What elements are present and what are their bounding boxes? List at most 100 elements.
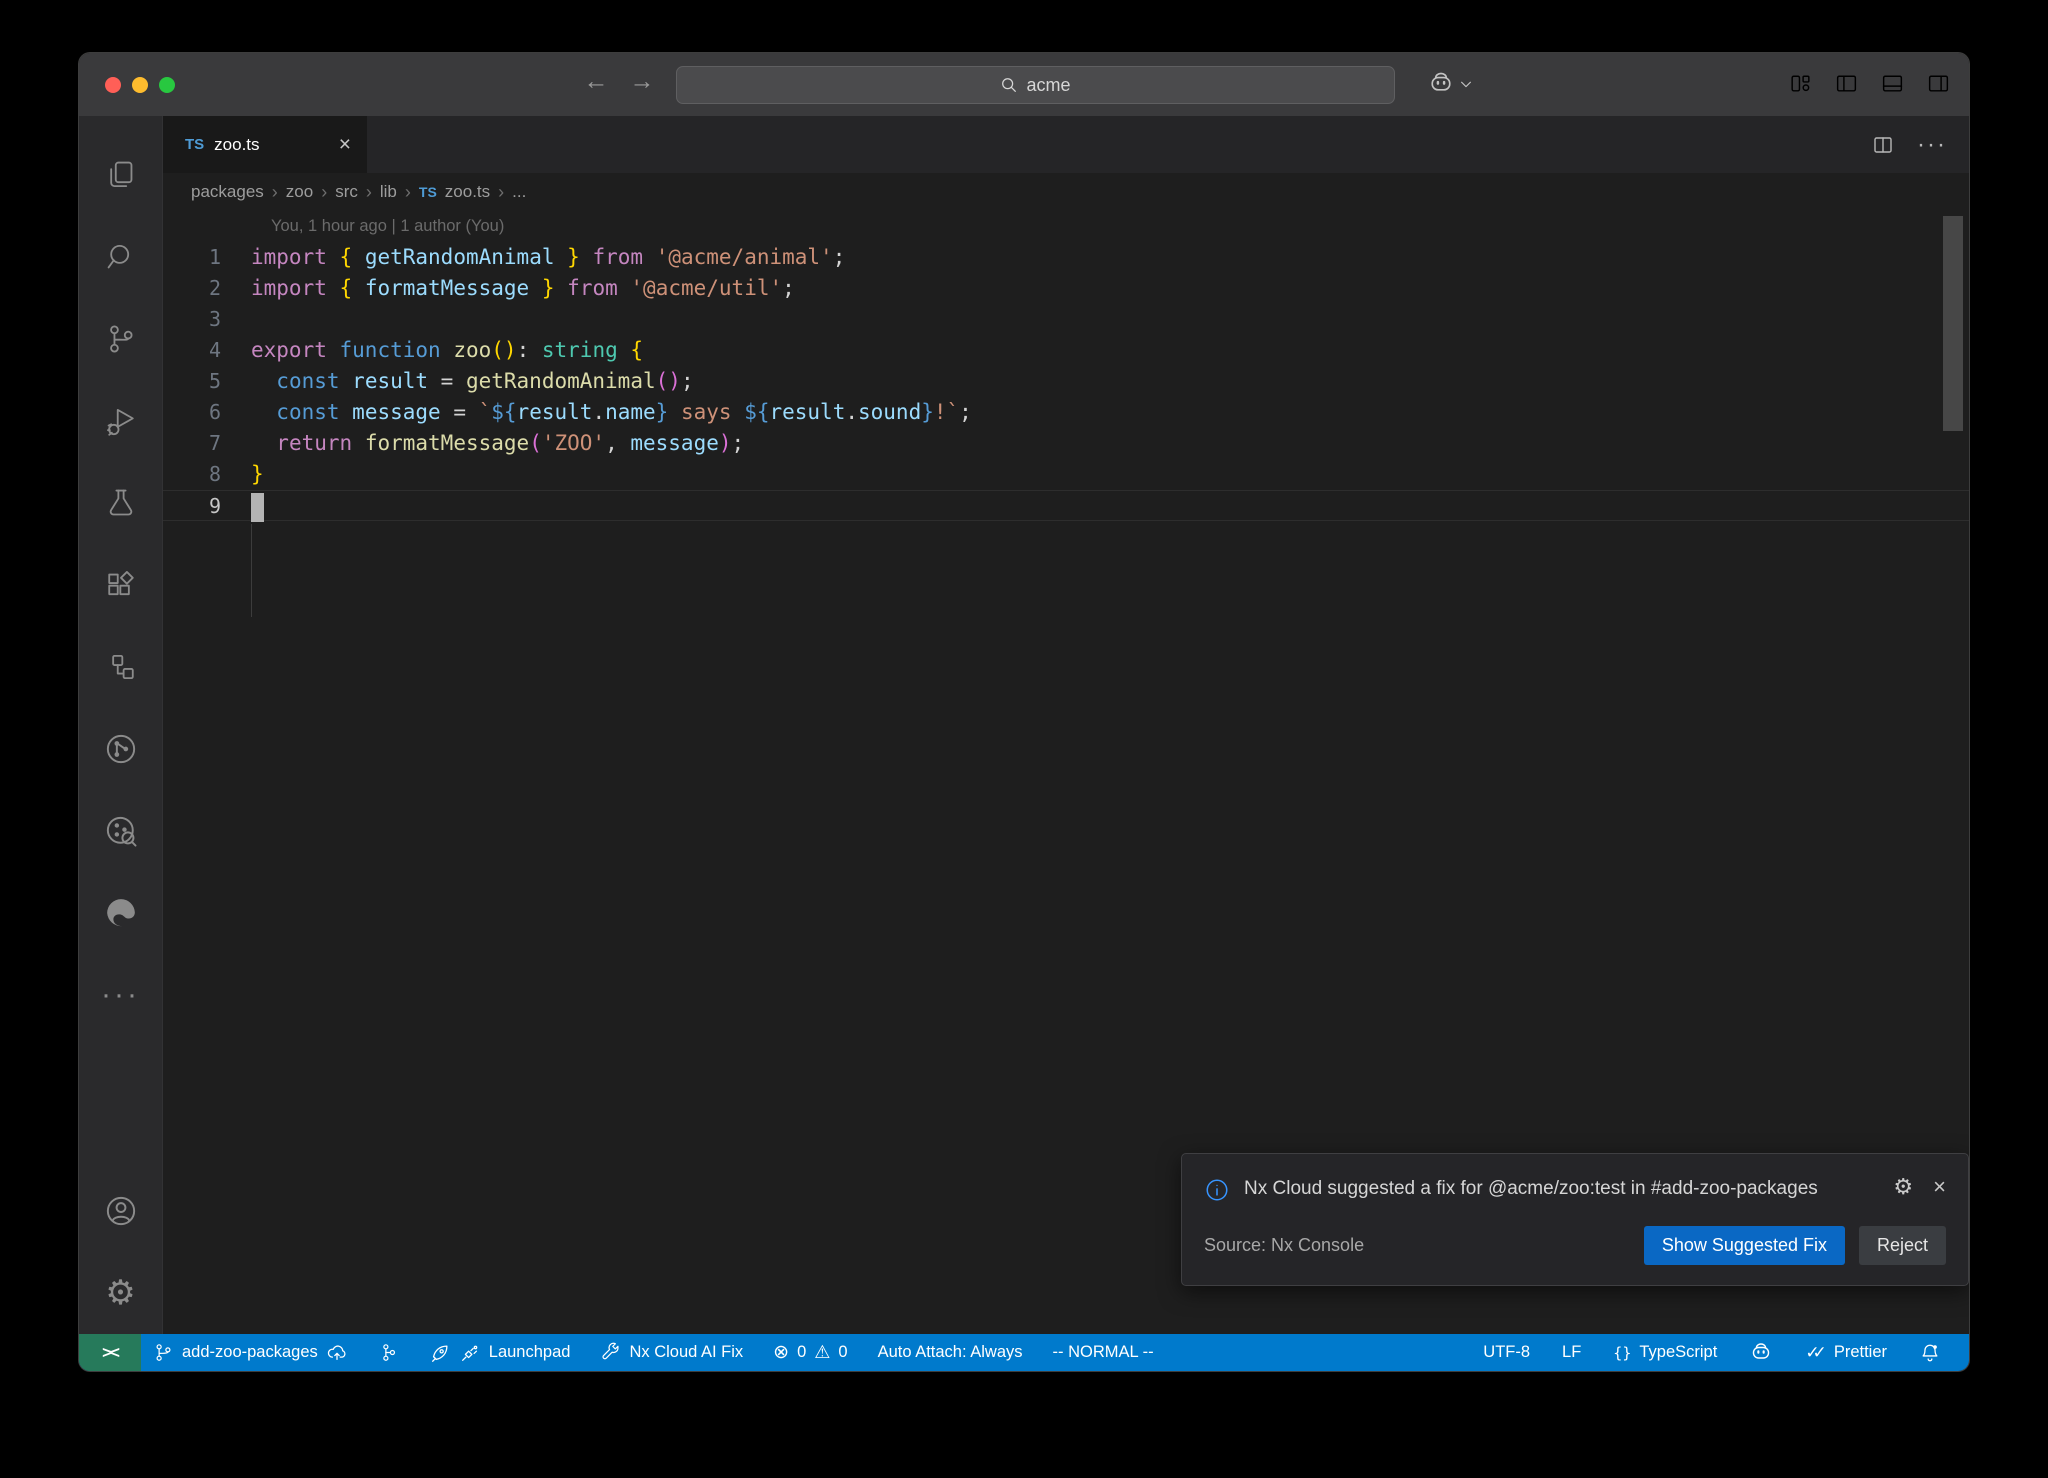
- reject-button[interactable]: Reject: [1859, 1226, 1946, 1265]
- prettier-item[interactable]: ✓✓ Prettier: [1793, 1334, 1899, 1371]
- breadcrumb-item-zoo[interactable]: zoo: [286, 182, 313, 202]
- nx-project-graph-icon[interactable]: [79, 790, 163, 872]
- code-text: const message = `${result.name} says ${r…: [251, 397, 972, 428]
- problems-item[interactable]: ⊗ 0 ⚠ 0: [761, 1334, 859, 1371]
- auto-attach-item[interactable]: Auto Attach: Always: [866, 1334, 1035, 1371]
- more-views-icon[interactable]: ···: [79, 954, 163, 1036]
- breadcrumb-item-lib[interactable]: lib: [380, 182, 397, 202]
- line-number[interactable]: 4: [163, 335, 221, 366]
- remote-icon: ><: [102, 1343, 118, 1363]
- forward-icon[interactable]: →: [625, 67, 659, 96]
- settings-gear-icon[interactable]: ⚙: [79, 1252, 163, 1334]
- explorer-icon[interactable]: [79, 134, 163, 216]
- split-editor-icon[interactable]: [1871, 133, 1895, 157]
- project-hierarchy-icon[interactable]: [79, 626, 163, 708]
- tab-zoo-ts[interactable]: TS zoo.ts ×: [163, 116, 367, 173]
- copilot-icon: [1749, 1341, 1773, 1365]
- remote-indicator[interactable]: ><: [79, 1334, 141, 1371]
- nx-cloud-fix-item[interactable]: Nx Cloud AI Fix: [588, 1334, 755, 1371]
- double-check-icon: ✓✓: [1805, 1343, 1820, 1363]
- copilot-menu[interactable]: [1427, 70, 1473, 98]
- close-tab-icon[interactable]: ×: [339, 133, 351, 157]
- code-line[interactable]: 6 const message = `${result.name} says $…: [163, 397, 1969, 428]
- code-text: const result = getRandomAnimal();: [251, 366, 694, 397]
- eol-item[interactable]: LF: [1550, 1334, 1593, 1371]
- back-icon[interactable]: ←: [579, 67, 613, 96]
- nx-console-icon[interactable]: [79, 708, 163, 790]
- account-icon[interactable]: [79, 1170, 163, 1252]
- source-control-icon[interactable]: [79, 298, 163, 380]
- line-number[interactable]: 1: [163, 242, 221, 273]
- zoom-window-button[interactable]: [159, 77, 175, 93]
- typescript-file-icon: TS: [185, 136, 204, 153]
- chevron-down-icon: [1459, 77, 1473, 91]
- notification-close-icon[interactable]: ×: [1933, 1174, 1946, 1200]
- copilot-status-item[interactable]: [1737, 1334, 1785, 1371]
- vim-mode-item: -- NORMAL --: [1041, 1334, 1166, 1371]
- chevron-right-icon: ›: [498, 182, 504, 203]
- copilot-icon: [1427, 70, 1455, 98]
- close-window-button[interactable]: [105, 77, 121, 93]
- chevron-right-icon: ›: [321, 182, 327, 203]
- warning-icon: ⚠: [814, 1342, 830, 1363]
- status-bar: >< add-zoo-packages Launchpad Nx Cloud A…: [79, 1334, 1969, 1371]
- language-item[interactable]: {} TypeScript: [1601, 1334, 1729, 1371]
- launchpad-item[interactable]: Launchpad: [417, 1334, 583, 1371]
- breadcrumb-item-packages[interactable]: packages: [191, 182, 264, 202]
- code-line[interactable]: 7 return formatMessage('ZOO', message);: [163, 428, 1969, 459]
- line-number[interactable]: 6: [163, 397, 221, 428]
- encoding-item[interactable]: UTF-8: [1471, 1334, 1542, 1371]
- edge-browser-icon[interactable]: [79, 872, 163, 954]
- breadcrumb: packages›zoo›src›lib›TSzoo.ts›...: [163, 173, 1969, 211]
- bell-dot-icon: [1919, 1342, 1941, 1364]
- line-number[interactable]: 7: [163, 428, 221, 459]
- line-number[interactable]: 8: [163, 459, 221, 490]
- indent-guide: [251, 524, 252, 617]
- show-suggested-fix-button[interactable]: Show Suggested Fix: [1644, 1226, 1845, 1265]
- editor-actions: ···: [1871, 116, 1969, 173]
- code-text: [251, 491, 264, 520]
- toggle-primary-sidebar-icon[interactable]: [1834, 71, 1859, 96]
- extensions-icon[interactable]: [79, 544, 163, 626]
- chevron-right-icon: ›: [272, 182, 278, 203]
- code-text: }: [251, 459, 264, 490]
- git-graph-item[interactable]: [366, 1334, 411, 1371]
- search-icon: [1000, 76, 1018, 94]
- line-number[interactable]: 3: [163, 304, 221, 335]
- breadcrumb-item-src[interactable]: src: [335, 182, 358, 202]
- code-line[interactable]: 9: [163, 490, 1969, 521]
- text-cursor: [251, 493, 264, 522]
- titlebar: ← → acme: [79, 53, 1969, 116]
- notification-settings-icon[interactable]: ⚙: [1893, 1174, 1913, 1200]
- breadcrumb-more[interactable]: ...: [512, 182, 526, 202]
- layout-controls: [1788, 71, 1951, 96]
- code-line[interactable]: 4export function zoo(): string {: [163, 335, 1969, 366]
- toggle-secondary-sidebar-icon[interactable]: [1926, 71, 1951, 96]
- branch-name: add-zoo-packages: [182, 1343, 318, 1362]
- line-number[interactable]: 5: [163, 366, 221, 397]
- customize-layout-icon[interactable]: [1788, 71, 1813, 96]
- line-number[interactable]: 2: [163, 273, 221, 304]
- minimize-window-button[interactable]: [132, 77, 148, 93]
- code-line[interactable]: 3: [163, 304, 1969, 335]
- activity-bar: ··· ⚙: [79, 116, 163, 1334]
- code-line[interactable]: 5 const result = getRandomAnimal();: [163, 366, 1969, 397]
- testing-icon[interactable]: [79, 462, 163, 544]
- more-actions-icon[interactable]: ···: [1917, 131, 1947, 159]
- code-line[interactable]: 8}: [163, 459, 1969, 490]
- command-center-search[interactable]: acme: [676, 66, 1395, 104]
- run-debug-icon[interactable]: [79, 380, 163, 462]
- notifications-bell-item[interactable]: [1907, 1334, 1953, 1371]
- chevron-right-icon: ›: [366, 182, 372, 203]
- toggle-panel-icon[interactable]: [1880, 71, 1905, 96]
- code-line[interactable]: 1import { getRandomAnimal } from '@acme/…: [163, 242, 1969, 273]
- editor-scrollbar[interactable]: [1943, 216, 1963, 431]
- line-number[interactable]: 9: [163, 491, 221, 520]
- typescript-file-icon: TS: [419, 184, 437, 200]
- search-view-icon[interactable]: [79, 216, 163, 298]
- search-value: acme: [1026, 75, 1070, 96]
- git-branch-item[interactable]: add-zoo-packages: [141, 1334, 360, 1371]
- code-line[interactable]: 2import { formatMessage } from '@acme/ut…: [163, 273, 1969, 304]
- braces-icon: {}: [1613, 1344, 1631, 1362]
- breadcrumb-item-file[interactable]: zoo.ts: [445, 182, 490, 202]
